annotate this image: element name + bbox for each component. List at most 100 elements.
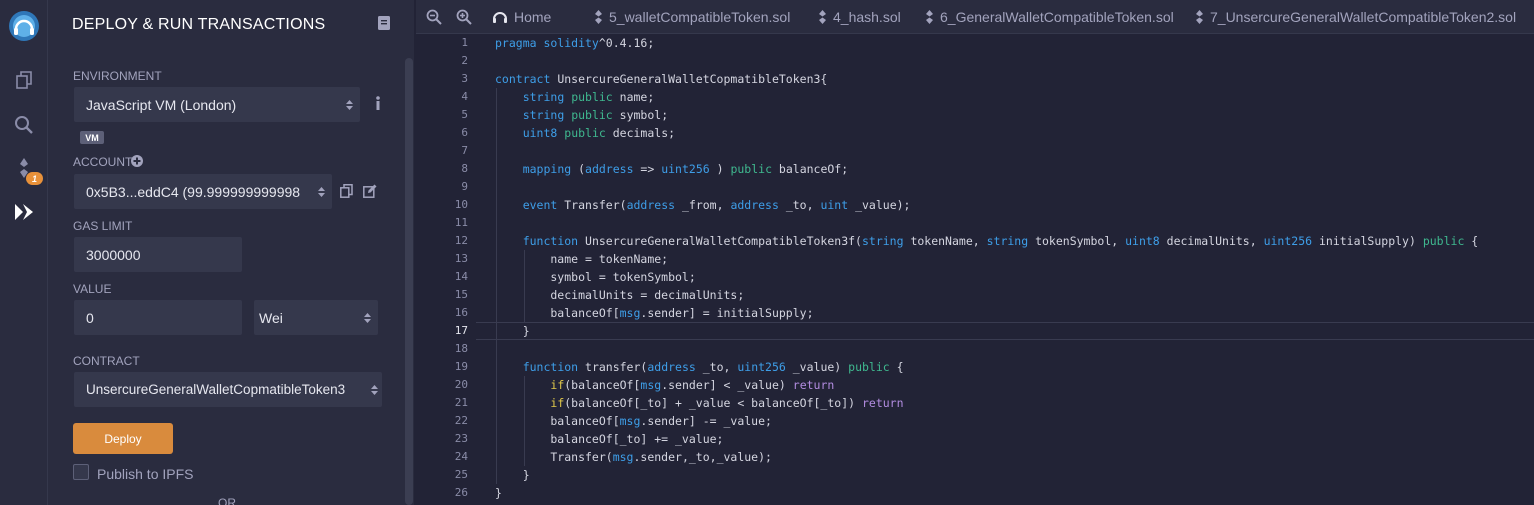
remix-home-icon xyxy=(493,12,507,23)
edit-icon[interactable] xyxy=(363,184,377,198)
code-line: contract UnsercureGeneralWalletCopmatibl… xyxy=(495,70,827,88)
code-token: public xyxy=(1422,234,1465,248)
solidity-file-icon xyxy=(819,10,826,24)
code-token: string xyxy=(986,234,1029,248)
code-token: string xyxy=(522,108,565,122)
panel-scrollbar[interactable] xyxy=(405,58,413,505)
panel-title: DEPLOY & RUN TRANSACTIONS xyxy=(72,16,326,33)
tab-file[interactable]: 7_UnsercureGeneralWalletCompatibleToken2… xyxy=(1195,0,1516,34)
code-line: decimalUnits = decimalUnits; xyxy=(495,286,744,304)
code-token: tokenName, xyxy=(903,234,987,248)
current-line-highlight xyxy=(476,322,1534,340)
code-token: _value) xyxy=(785,360,849,374)
code-token: address xyxy=(647,360,696,374)
code-token: balanceOf[_to] += _value; xyxy=(495,432,724,446)
code-token: function xyxy=(522,360,579,374)
gas-limit-input[interactable]: 3000000 xyxy=(74,237,242,272)
documentation-icon[interactable] xyxy=(378,16,390,30)
value-unit-select[interactable]: Wei xyxy=(254,300,378,335)
tab-label: 5_walletCompatibleToken.sol xyxy=(609,9,791,25)
tab-file[interactable]: 4_hash.sol xyxy=(818,0,901,34)
zoom-in-icon[interactable] xyxy=(456,9,472,25)
zoom-out-icon[interactable] xyxy=(426,9,442,25)
account-value: 0x5B3...eddC4 (99.999999999998 xyxy=(86,183,301,200)
code-line: uint8 public decimals; xyxy=(495,124,675,142)
deploy-button[interactable]: Deploy xyxy=(73,423,173,454)
code-token: string xyxy=(861,234,904,248)
add-account-icon[interactable] xyxy=(131,155,143,167)
tab-label: Home xyxy=(514,9,552,25)
code-token: public xyxy=(848,360,890,374)
code-token: tokenSymbol, xyxy=(1028,234,1126,248)
line-number: 23 xyxy=(454,432,468,445)
account-label: ACCOUNT xyxy=(73,155,133,169)
select-arrows-icon xyxy=(371,384,378,395)
code-token: decimalUnits = decimalUnits; xyxy=(495,288,745,302)
select-arrows-icon xyxy=(318,186,325,197)
gas-limit-label: GAS LIMIT xyxy=(73,219,133,233)
line-number: 24 xyxy=(454,450,468,463)
code-line: string public name; xyxy=(495,88,655,106)
line-number: 7 xyxy=(461,144,468,157)
solidity-compiler-icon[interactable]: 1 xyxy=(0,150,48,186)
solidity-file-icon xyxy=(595,10,602,24)
code-token: function xyxy=(522,234,579,248)
line-number: 17 xyxy=(454,324,468,337)
icon-rail: 1 xyxy=(0,0,48,505)
code-token: symbol; xyxy=(612,108,669,122)
tab-home[interactable]: Home xyxy=(492,0,551,34)
code-token: Transfer( xyxy=(495,450,613,464)
code-token: .sender,_to,_value); xyxy=(633,450,772,464)
code-token: _to, xyxy=(695,360,738,374)
code-token: public xyxy=(571,90,613,104)
line-number: 16 xyxy=(454,306,468,319)
deploy-run-icon[interactable] xyxy=(0,194,48,230)
environment-select[interactable]: JavaScript VM (London) xyxy=(74,87,360,122)
code-token: msg xyxy=(619,414,641,428)
or-divider-label: OR xyxy=(218,496,236,505)
tab-file[interactable]: 6_GeneralWalletCompatibleToken.sol xyxy=(925,0,1174,34)
tab-label: 6_GeneralWalletCompatibleToken.sol xyxy=(940,9,1174,25)
line-number: 21 xyxy=(454,396,468,409)
code-token: mapping xyxy=(522,162,572,176)
code-line: event Transfer(address _from, address _t… xyxy=(495,196,911,214)
environment-value: JavaScript VM (London) xyxy=(86,96,237,113)
info-icon[interactable] xyxy=(375,96,381,110)
code-token: uint256 xyxy=(737,360,786,374)
code-token: .sender] = initialSupply; xyxy=(640,306,814,320)
line-number: 12 xyxy=(454,234,468,247)
code-token: _value); xyxy=(848,198,911,212)
remix-logo-icon[interactable] xyxy=(0,6,48,46)
code-token: public xyxy=(564,126,606,140)
code-token: public xyxy=(730,162,772,176)
line-number: 9 xyxy=(461,180,468,193)
select-arrows-icon xyxy=(346,99,353,110)
line-number: 2 xyxy=(461,54,468,67)
line-number: 22 xyxy=(454,414,468,427)
account-select[interactable]: 0x5B3...eddC4 (99.999999999998 xyxy=(74,174,332,209)
code-token: return xyxy=(861,396,904,410)
line-number: 19 xyxy=(454,360,468,373)
line-number: 6 xyxy=(461,126,468,139)
line-number: 3 xyxy=(461,72,468,85)
code-token: decimalUnits, xyxy=(1159,234,1264,248)
line-number: 10 xyxy=(454,198,468,211)
line-number: 8 xyxy=(461,162,468,175)
copy-icon[interactable] xyxy=(340,184,353,198)
code-token: _to, xyxy=(778,198,821,212)
value-input[interactable]: 0 xyxy=(74,300,242,335)
contract-select[interactable]: UnsercureGeneralWalletCopmatibleToken3 xyxy=(74,372,382,407)
code-editor[interactable]: pragma solidity^0.4.16; contract Unsercur… xyxy=(476,34,1534,505)
search-icon[interactable] xyxy=(0,107,48,143)
file-explorer-icon[interactable] xyxy=(0,62,48,98)
code-token: address xyxy=(626,198,676,212)
code-token: msg xyxy=(612,450,634,464)
publish-ipfs-checkbox[interactable] xyxy=(73,464,89,480)
code-line: } xyxy=(495,466,530,484)
code-token: if xyxy=(550,396,565,410)
tab-file[interactable]: 5_walletCompatibleToken.sol xyxy=(594,0,790,34)
gas-limit-value: 3000000 xyxy=(86,246,141,263)
code-token: => xyxy=(633,162,662,176)
